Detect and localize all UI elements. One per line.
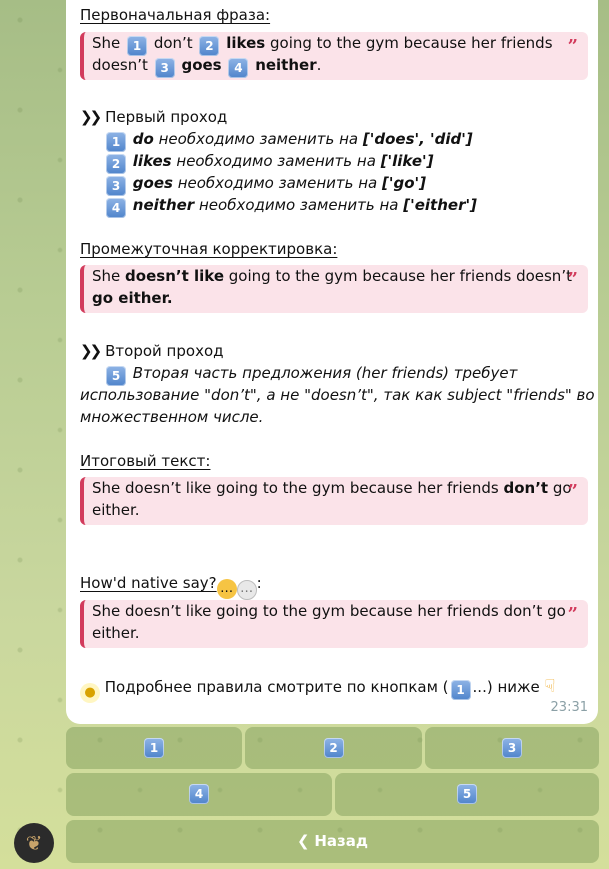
native-title-text: How'd native say? bbox=[80, 574, 217, 592]
keyboard-button-5[interactable]: 5 bbox=[335, 773, 599, 816]
original-word: . bbox=[316, 56, 322, 74]
original-word: don’t bbox=[153, 34, 193, 52]
native-quote: She doesn’t like going to the gym becaus… bbox=[80, 600, 588, 648]
first-pass-item: 1 do необходимо заменить на ['does', 'di… bbox=[104, 130, 473, 152]
badge-4: 4 bbox=[106, 198, 126, 218]
footer-text: ● Подробнее правила смотрите по кнопкам … bbox=[80, 676, 556, 703]
native-line-1: She doesn’t like going to the gym becaus… bbox=[92, 602, 566, 620]
original-word: goes bbox=[181, 56, 222, 74]
original-title: Первоначальная фраза: bbox=[80, 6, 271, 24]
second-pass-title-text: Второй проход bbox=[105, 342, 224, 360]
button-badge: 1 bbox=[144, 738, 164, 758]
native-line-2: either. bbox=[92, 624, 140, 642]
first-pass-title-text: Первый проход bbox=[105, 108, 228, 126]
intermediate-quote: She doesn’t like going to the gym becaus… bbox=[80, 265, 588, 313]
back-button[interactable]: ❮ Назад bbox=[66, 820, 599, 863]
first-pass-title: ❯❯ Первый проход bbox=[80, 108, 227, 126]
light-bulb-icon: ● bbox=[80, 683, 100, 703]
speech-bubble-icon: … bbox=[236, 580, 257, 600]
original-line-1: She 1 don’t 2 likes going to the gym bec… bbox=[92, 34, 553, 56]
intermediate-word: going to the gym because her friends doe… bbox=[228, 267, 572, 285]
thinking-face-icon: … bbox=[216, 579, 237, 599]
quote-icon: ” bbox=[567, 269, 578, 290]
second-pass-line-2: использование "don’t", а не "doesn’t", т… bbox=[80, 386, 595, 404]
second-pass-text: Вторая часть предложения (her friends) т… bbox=[132, 364, 518, 382]
item-value: ['either'] bbox=[403, 196, 477, 214]
item-word: goes bbox=[132, 174, 173, 192]
bot-avatar-icon[interactable]: ❦ bbox=[14, 823, 54, 863]
keyboard-button-4[interactable]: 4 bbox=[66, 773, 332, 816]
item-word: neither bbox=[132, 196, 195, 214]
intermediate-line-1: She doesn’t like going to the gym becaus… bbox=[92, 267, 572, 285]
quote-icon: ” bbox=[567, 481, 578, 502]
native-colon: : bbox=[256, 574, 262, 592]
original-word: She bbox=[92, 34, 121, 52]
intermediate-word: doesn’t like bbox=[125, 267, 224, 285]
keyboard-button-2[interactable]: 2 bbox=[245, 727, 422, 769]
item-word: likes bbox=[132, 152, 172, 170]
original-quote: She 1 don’t 2 likes going to the gym bec… bbox=[80, 32, 588, 80]
badge-2: 2 bbox=[106, 154, 126, 174]
quote-icon: ” bbox=[567, 36, 578, 57]
keyboard-button-3[interactable]: 3 bbox=[425, 727, 599, 769]
original-word: doesn’t bbox=[92, 56, 148, 74]
button-badge: 5 bbox=[457, 784, 477, 804]
item-text: необходимо заменить на bbox=[176, 152, 376, 170]
second-pass-line-3: множественном числе. bbox=[80, 408, 264, 426]
final-quote: She doesn’t like going to the gym becaus… bbox=[80, 477, 588, 525]
keyboard-button-1[interactable]: 1 bbox=[66, 727, 242, 769]
pointing-down-icon: ☟ bbox=[544, 676, 556, 697]
button-badge: 2 bbox=[323, 738, 344, 758]
item-word: do bbox=[132, 130, 154, 148]
final-title: Итоговый текст: bbox=[80, 452, 211, 470]
badge-4: 4 bbox=[228, 58, 249, 78]
pass-arrow-icon: ❯❯ bbox=[80, 342, 102, 360]
item-text: необходимо заменить на bbox=[198, 196, 399, 214]
original-line-2: doesn’t 3 goes 4 neither. bbox=[92, 56, 321, 78]
badge-3: 3 bbox=[154, 58, 175, 78]
badge-2: 2 bbox=[199, 36, 220, 56]
second-pass-line-1: 5 Вторая часть предложения (her friends)… bbox=[104, 364, 517, 386]
badge-1: 1 bbox=[127, 36, 148, 56]
final-word: She doesn’t like going to the gym becaus… bbox=[92, 479, 499, 497]
footer-text-after: ...) ниже bbox=[472, 678, 540, 696]
intermediate-word: She bbox=[92, 267, 121, 285]
intermediate-title: Промежуточная корректировка: bbox=[80, 240, 338, 258]
final-line-2: either. bbox=[92, 501, 140, 519]
item-value: ['like'] bbox=[380, 152, 434, 170]
original-word: neither bbox=[255, 56, 317, 74]
chevron-left-icon: ❮ bbox=[297, 832, 310, 850]
badge-1: 1 bbox=[450, 680, 471, 700]
first-pass-item: 3 goes необходимо заменить на ['go'] bbox=[104, 174, 426, 196]
item-text: необходимо заменить на bbox=[177, 174, 378, 192]
item-value: ['go'] bbox=[382, 174, 426, 192]
badge-3: 3 bbox=[106, 176, 126, 196]
first-pass-item: 4 neither необходимо заменить на ['eithe… bbox=[104, 196, 477, 218]
item-text: необходимо заменить на bbox=[158, 130, 359, 148]
message-bubble: Первоначальная фраза: She 1 don’t 2 like… bbox=[66, 0, 598, 724]
final-line-1: She doesn’t like going to the gym becaus… bbox=[92, 479, 572, 497]
message-time: 23:31 bbox=[550, 700, 588, 715]
native-title: How'd native say?……: bbox=[80, 574, 262, 600]
button-badge: 4 bbox=[189, 784, 209, 804]
pass-arrow-icon: ❯❯ bbox=[80, 108, 102, 126]
footer-text-before: Подробнее правила смотрите по кнопкам ( bbox=[104, 678, 449, 696]
first-pass-item: 2 likes необходимо заменить на ['like'] bbox=[104, 152, 433, 174]
badge-5: 5 bbox=[106, 366, 126, 386]
back-button-label: Назад bbox=[314, 832, 368, 850]
intermediate-line-2: go either. bbox=[92, 289, 173, 307]
badge-1: 1 bbox=[106, 132, 126, 152]
final-word: don’t bbox=[503, 479, 549, 497]
quote-icon: ” bbox=[567, 604, 578, 625]
second-pass-title: ❯❯ Второй проход bbox=[80, 342, 224, 360]
item-value: ['does', 'did'] bbox=[362, 130, 473, 148]
button-badge: 3 bbox=[502, 738, 522, 758]
original-word: likes bbox=[226, 34, 266, 52]
original-word: going to the gym because her friends bbox=[270, 34, 553, 52]
